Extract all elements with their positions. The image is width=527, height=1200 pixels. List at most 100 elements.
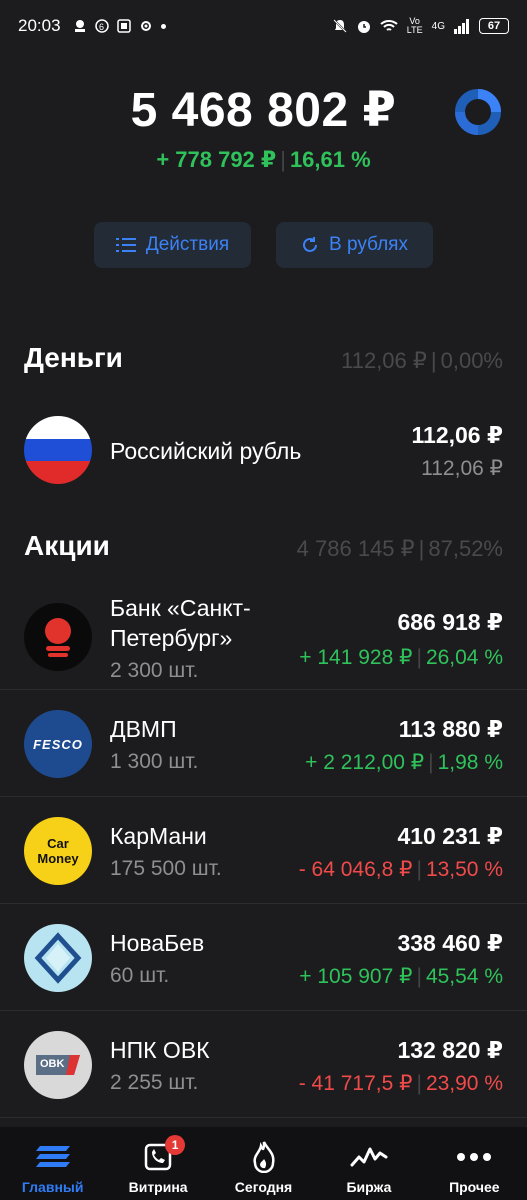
- stock-delta-pct: 23,90 %: [425, 1072, 503, 1095]
- allocation-donut-icon[interactable]: [454, 88, 502, 136]
- stock-delta: + 2 212,00 ₽ | 1,98 %: [305, 750, 503, 775]
- currency-toggle-label: В рублях: [329, 234, 408, 255]
- status-time: 20:03: [18, 16, 61, 35]
- stock-delta-abs: - 64 046,8 ₽: [298, 858, 413, 881]
- stocks-section-title: Акции: [24, 530, 110, 561]
- portfolio-change-abs: + 778 792 ₽: [156, 147, 277, 172]
- stock-delta-pct: 26,04 %: [425, 646, 503, 669]
- money-section-title: Деньги: [24, 342, 123, 373]
- novabev-logo-icon: [24, 924, 92, 992]
- notification-app-icon: [74, 20, 85, 32]
- separator: |: [428, 751, 434, 774]
- notification-app-icon: [116, 19, 131, 33]
- stocks-section-pct: 87,52%: [428, 536, 503, 561]
- nav-label-home: Главный: [21, 1179, 84, 1195]
- refresh-icon: [303, 237, 318, 252]
- portfolio-change-pct: 16,61 %: [289, 147, 371, 172]
- list-item-stock[interactable]: НоваБев 60 шт. 338 460 ₽ + 105 907 ₽ | 45,…: [0, 904, 527, 1011]
- stock-delta: - 41 717,5 ₽ | 23,90 %: [299, 1071, 503, 1096]
- stock-name: ДВМП: [110, 716, 177, 742]
- separator: |: [418, 536, 425, 561]
- stock-delta: - 64 046,8 ₽ | 13,50 %: [299, 857, 503, 882]
- showcase-icon: 1: [143, 1135, 186, 1173]
- wifi-icon: [379, 20, 398, 31]
- russia-flag-icon: [24, 416, 92, 484]
- stock-name: КарМани: [110, 823, 207, 849]
- nav-item-home[interactable]: Главный: [0, 1127, 105, 1200]
- separator: |: [416, 965, 422, 988]
- stock-name-line2: Петербург»: [110, 625, 233, 651]
- money-section-summary: 112,06 ₽ | 0,00%: [341, 348, 503, 374]
- battery-indicator: 67: [479, 18, 509, 34]
- stock-value: 132 820 ₽: [397, 1037, 503, 1063]
- row-divider: [0, 1117, 527, 1118]
- carmoney-logo-text-bottom: Money: [37, 851, 79, 866]
- nav-label-today: Сегодня: [234, 1179, 293, 1195]
- signal-label: 4G: [431, 20, 445, 32]
- more-dots-icon: [456, 1141, 492, 1173]
- list-icon: [115, 238, 136, 252]
- more-notifications-dot: [160, 23, 166, 29]
- stock-name-line1: Банк «Санкт-: [110, 595, 251, 621]
- currency-toggle-button[interactable]: В рублях: [276, 222, 433, 268]
- stock-delta-abs: - 41 717,5 ₽: [298, 1072, 413, 1095]
- stock-delta-pct: 1,98 %: [437, 751, 503, 774]
- carmoney-logo-text-top: Car: [47, 836, 69, 851]
- home-stack-icon: [34, 1141, 72, 1173]
- actions-button[interactable]: Действия: [94, 222, 251, 268]
- carmoney-logo-icon: Car Money: [24, 817, 92, 885]
- stock-delta-abs: + 2 212,00 ₽: [305, 751, 425, 774]
- stock-qty: 60 шт.: [110, 964, 170, 987]
- stock-delta-abs: + 105 907 ₽: [299, 965, 413, 988]
- list-item-stock[interactable]: OBK НПК ОВК 2 255 шт. 132 820 ₽ - 41 717…: [0, 1011, 527, 1118]
- stock-value: 410 231 ₽: [397, 823, 503, 849]
- stock-delta: + 141 928 ₽ | 26,04 %: [299, 645, 503, 670]
- stock-delta-abs: + 141 928 ₽: [299, 646, 413, 669]
- fesco-logo-icon: FESCO: [24, 710, 92, 778]
- separator: |: [280, 147, 286, 172]
- list-item-stock[interactable]: Банк «Санкт- Петербург» 2 300 шт. 686 91…: [0, 583, 527, 690]
- svg-text:6: 6: [99, 22, 104, 32]
- stock-qty: 1 300 шт.: [110, 750, 199, 773]
- bspb-logo-shape: [45, 618, 71, 657]
- stock-qty: 2 300 шт.: [110, 659, 199, 682]
- nav-item-more[interactable]: Прочее: [422, 1127, 527, 1200]
- currency-value-sub: 112,06 ₽: [421, 457, 503, 480]
- signal-bars-icon: [454, 19, 469, 34]
- fesco-logo-text: FESCO: [33, 736, 83, 752]
- currency-value: 112,06 ₽: [411, 422, 503, 448]
- stock-delta-pct: 13,50 %: [425, 858, 503, 881]
- actions-button-label: Действия: [145, 234, 230, 255]
- volte-label: Vo LTE: [406, 16, 423, 35]
- stock-qty: 2 255 шт.: [110, 1071, 199, 1094]
- stock-name: НоваБев: [110, 930, 205, 956]
- mute-bell-icon: [332, 19, 347, 33]
- money-section-sum: 112,06 ₽: [341, 348, 427, 373]
- separator: |: [430, 348, 437, 373]
- settings-notification-icon: [140, 21, 151, 31]
- bottom-navigation: Главный 1 Витрина Сегодня Биржа Прочее: [0, 1127, 527, 1200]
- currency-name: Российский рубль: [110, 438, 302, 464]
- novabev-logo-shape: [34, 932, 82, 984]
- list-item-stock[interactable]: Car Money КарМани 175 500 шт. 410 231 ₽ …: [0, 797, 527, 904]
- nav-item-exchange[interactable]: Биржа: [316, 1127, 421, 1200]
- portfolio-total: 5 468 802 ₽: [130, 84, 397, 137]
- pulse-icon: [350, 1141, 388, 1173]
- nav-item-showcase[interactable]: 1 Витрина: [105, 1127, 210, 1200]
- separator: |: [416, 858, 422, 881]
- list-item-rub[interactable]: Российский рубль 112,06 ₽ 112,06 ₽: [0, 400, 527, 507]
- stock-value: 338 460 ₽: [397, 930, 503, 956]
- nav-label-showcase: Витрина: [128, 1179, 188, 1195]
- bspb-logo-icon: [24, 603, 92, 671]
- status-bar: 20:03 6 Vo LTE 4G 67: [0, 0, 527, 52]
- stock-delta-pct: 45,54 %: [425, 965, 503, 988]
- nav-label-exchange: Биржа: [346, 1179, 392, 1195]
- ovk-logo-icon: OBK: [24, 1031, 92, 1099]
- alarm-icon: [357, 21, 370, 33]
- nav-item-today[interactable]: Сегодня: [211, 1127, 316, 1200]
- separator: |: [416, 646, 422, 669]
- stock-value: 113 880 ₽: [398, 716, 503, 742]
- notification-badge: 1: [165, 1135, 186, 1155]
- nav-label-more: Прочее: [449, 1179, 500, 1195]
- list-item-stock[interactable]: FESCO ДВМП 1 300 шт. 113 880 ₽ + 2 212,0…: [0, 690, 527, 797]
